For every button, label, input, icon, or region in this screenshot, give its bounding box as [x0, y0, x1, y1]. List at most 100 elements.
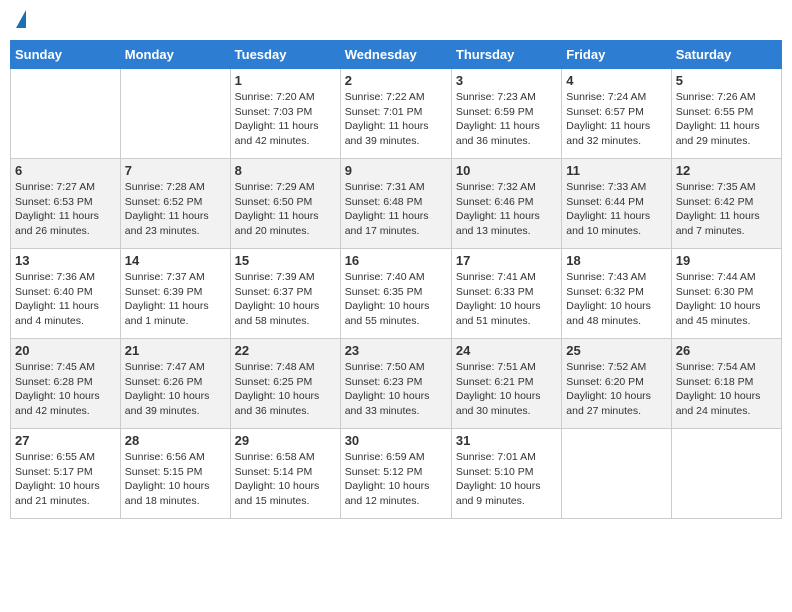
day-info: Sunrise: 7:36 AMSunset: 6:40 PMDaylight:… [15, 270, 116, 329]
weekday-header-tuesday: Tuesday [230, 41, 340, 69]
day-info: Sunrise: 7:50 AMSunset: 6:23 PMDaylight:… [345, 360, 447, 419]
calendar-cell: 2 Sunrise: 7:22 AMSunset: 7:01 PMDaylight… [340, 69, 451, 159]
day-number: 12 [676, 163, 777, 178]
day-info: Sunrise: 7:52 AMSunset: 6:20 PMDaylight:… [566, 360, 666, 419]
day-number: 22 [235, 343, 336, 358]
calendar-cell: 24Sunrise: 7:51 AMSunset: 6:21 PMDayligh… [451, 339, 561, 429]
day-number: 17 [456, 253, 557, 268]
calendar-cell: 28 Sunrise: 6:56 AMSunset: 5:15 PMDayligh… [120, 429, 230, 519]
day-info: Sunrise: 7:20 AMSunset: 7:03 PMDaylight:… [235, 90, 336, 149]
calendar-cell: 17 Sunrise: 7:41 AMSunset: 6:33 PMDayligh… [451, 249, 561, 339]
calendar-week-4: 20 Sunrise: 7:45 AMSunset: 6:28 PMDayligh… [11, 339, 782, 429]
calendar-cell: 3Sunrise: 7:23 AMSunset: 6:59 PMDaylight… [451, 69, 561, 159]
calendar-cell: 12Sunrise: 7:35 AMSunset: 6:42 PMDayligh… [671, 159, 781, 249]
day-info: Sunrise: 7:27 AMSunset: 6:53 PMDaylight:… [15, 180, 116, 239]
calendar-cell: 11 Sunrise: 7:33 AMSunset: 6:44 PMDayligh… [562, 159, 671, 249]
day-number: 2 [345, 73, 447, 88]
calendar-header-row: SundayMondayTuesdayWednesdayThursdayFrid… [11, 41, 782, 69]
day-number: 7 [125, 163, 226, 178]
day-number: 6 [15, 163, 116, 178]
day-info: Sunrise: 7:23 AMSunset: 6:59 PMDaylight:… [456, 90, 557, 149]
calendar-week-5: 27 Sunrise: 6:55 AMSunset: 5:17 PMDayligh… [11, 429, 782, 519]
calendar-cell: 27 Sunrise: 6:55 AMSunset: 5:17 PMDayligh… [11, 429, 121, 519]
day-number: 14 [125, 253, 226, 268]
calendar-cell: 20 Sunrise: 7:45 AMSunset: 6:28 PMDayligh… [11, 339, 121, 429]
calendar-cell: 19 Sunrise: 7:44 AMSunset: 6:30 PMDayligh… [671, 249, 781, 339]
day-number: 13 [15, 253, 116, 268]
calendar-cell: 14 Sunrise: 7:37 AMSunset: 6:39 PMDayligh… [120, 249, 230, 339]
day-info: Sunrise: 6:56 AMSunset: 5:15 PMDaylight:… [125, 450, 226, 509]
calendar-cell [671, 429, 781, 519]
day-info: Sunrise: 6:59 AMSunset: 5:12 PMDaylight:… [345, 450, 447, 509]
calendar-cell [120, 69, 230, 159]
calendar-cell: 25Sunrise: 7:52 AMSunset: 6:20 PMDayligh… [562, 339, 671, 429]
day-number: 1 [235, 73, 336, 88]
day-info: Sunrise: 7:39 AMSunset: 6:37 PMDaylight:… [235, 270, 336, 329]
day-info: Sunrise: 7:54 AMSunset: 6:18 PMDaylight:… [676, 360, 777, 419]
day-number: 19 [676, 253, 777, 268]
logo [14, 10, 26, 32]
day-number: 31 [456, 433, 557, 448]
day-info: Sunrise: 7:22 AMSunset: 7:01 PMDaylight:… [345, 90, 447, 149]
calendar-week-3: 13 Sunrise: 7:36 AMSunset: 6:40 PMDayligh… [11, 249, 782, 339]
day-number: 9 [345, 163, 447, 178]
day-info: Sunrise: 7:29 AMSunset: 6:50 PMDaylight:… [235, 180, 336, 239]
day-number: 8 [235, 163, 336, 178]
weekday-header-monday: Monday [120, 41, 230, 69]
day-info: Sunrise: 7:33 AMSunset: 6:44 PMDaylight:… [566, 180, 666, 239]
calendar-cell: 26 Sunrise: 7:54 AMSunset: 6:18 PMDayligh… [671, 339, 781, 429]
day-info: Sunrise: 7:31 AMSunset: 6:48 PMDaylight:… [345, 180, 447, 239]
calendar-cell: 1 Sunrise: 7:20 AMSunset: 7:03 PMDaylight… [230, 69, 340, 159]
day-number: 16 [345, 253, 447, 268]
weekday-header-thursday: Thursday [451, 41, 561, 69]
calendar-cell [11, 69, 121, 159]
day-number: 4 [566, 73, 666, 88]
day-number: 10 [456, 163, 557, 178]
weekday-header-friday: Friday [562, 41, 671, 69]
day-info: Sunrise: 7:28 AMSunset: 6:52 PMDaylight:… [125, 180, 226, 239]
calendar-week-1: 1 Sunrise: 7:20 AMSunset: 7:03 PMDaylight… [11, 69, 782, 159]
calendar-cell: 30 Sunrise: 6:59 AMSunset: 5:12 PMDayligh… [340, 429, 451, 519]
day-info: Sunrise: 7:43 AMSunset: 6:32 PMDaylight:… [566, 270, 666, 329]
day-number: 23 [345, 343, 447, 358]
weekday-header-sunday: Sunday [11, 41, 121, 69]
calendar-cell: 6 Sunrise: 7:27 AMSunset: 6:53 PMDaylight… [11, 159, 121, 249]
calendar-cell: 5 Sunrise: 7:26 AMSunset: 6:55 PMDaylight… [671, 69, 781, 159]
day-number: 5 [676, 73, 777, 88]
day-info: Sunrise: 7:32 AMSunset: 6:46 PMDaylight:… [456, 180, 557, 239]
day-info: Sunrise: 7:01 AMSunset: 5:10 PMDaylight:… [456, 450, 557, 509]
calendar-cell: 10 Sunrise: 7:32 AMSunset: 6:46 PMDayligh… [451, 159, 561, 249]
calendar-cell: 31 Sunrise: 7:01 AMSunset: 5:10 PMDayligh… [451, 429, 561, 519]
day-number: 28 [125, 433, 226, 448]
day-info: Sunrise: 6:58 AMSunset: 5:14 PMDaylight:… [235, 450, 336, 509]
day-number: 18 [566, 253, 666, 268]
calendar-cell: 16 Sunrise: 7:40 AMSunset: 6:35 PMDayligh… [340, 249, 451, 339]
calendar-cell: 9 Sunrise: 7:31 AMSunset: 6:48 PMDaylight… [340, 159, 451, 249]
day-info: Sunrise: 7:45 AMSunset: 6:28 PMDaylight:… [15, 360, 116, 419]
calendar-cell: 21Sunrise: 7:47 AMSunset: 6:26 PMDayligh… [120, 339, 230, 429]
day-number: 11 [566, 163, 666, 178]
day-info: Sunrise: 7:40 AMSunset: 6:35 PMDaylight:… [345, 270, 447, 329]
calendar-cell: 13 Sunrise: 7:36 AMSunset: 6:40 PMDayligh… [11, 249, 121, 339]
logo-triangle-icon [16, 10, 26, 28]
day-info: Sunrise: 7:24 AMSunset: 6:57 PMDaylight:… [566, 90, 666, 149]
day-info: Sunrise: 7:44 AMSunset: 6:30 PMDaylight:… [676, 270, 777, 329]
day-info: Sunrise: 7:48 AMSunset: 6:25 PMDaylight:… [235, 360, 336, 419]
day-info: Sunrise: 7:41 AMSunset: 6:33 PMDaylight:… [456, 270, 557, 329]
calendar-cell: 4 Sunrise: 7:24 AMSunset: 6:57 PMDaylight… [562, 69, 671, 159]
day-number: 21 [125, 343, 226, 358]
day-number: 15 [235, 253, 336, 268]
day-info: Sunrise: 7:26 AMSunset: 6:55 PMDaylight:… [676, 90, 777, 149]
day-info: Sunrise: 7:51 AMSunset: 6:21 PMDaylight:… [456, 360, 557, 419]
calendar-cell: 15 Sunrise: 7:39 AMSunset: 6:37 PMDayligh… [230, 249, 340, 339]
calendar-cell: 18 Sunrise: 7:43 AMSunset: 6:32 PMDayligh… [562, 249, 671, 339]
day-info: Sunrise: 7:37 AMSunset: 6:39 PMDaylight:… [125, 270, 226, 329]
calendar-cell: 23 Sunrise: 7:50 AMSunset: 6:23 PMDayligh… [340, 339, 451, 429]
page-header [10, 10, 782, 32]
weekday-header-wednesday: Wednesday [340, 41, 451, 69]
day-number: 30 [345, 433, 447, 448]
day-number: 20 [15, 343, 116, 358]
day-info: Sunrise: 6:55 AMSunset: 5:17 PMDaylight:… [15, 450, 116, 509]
day-number: 27 [15, 433, 116, 448]
day-number: 26 [676, 343, 777, 358]
